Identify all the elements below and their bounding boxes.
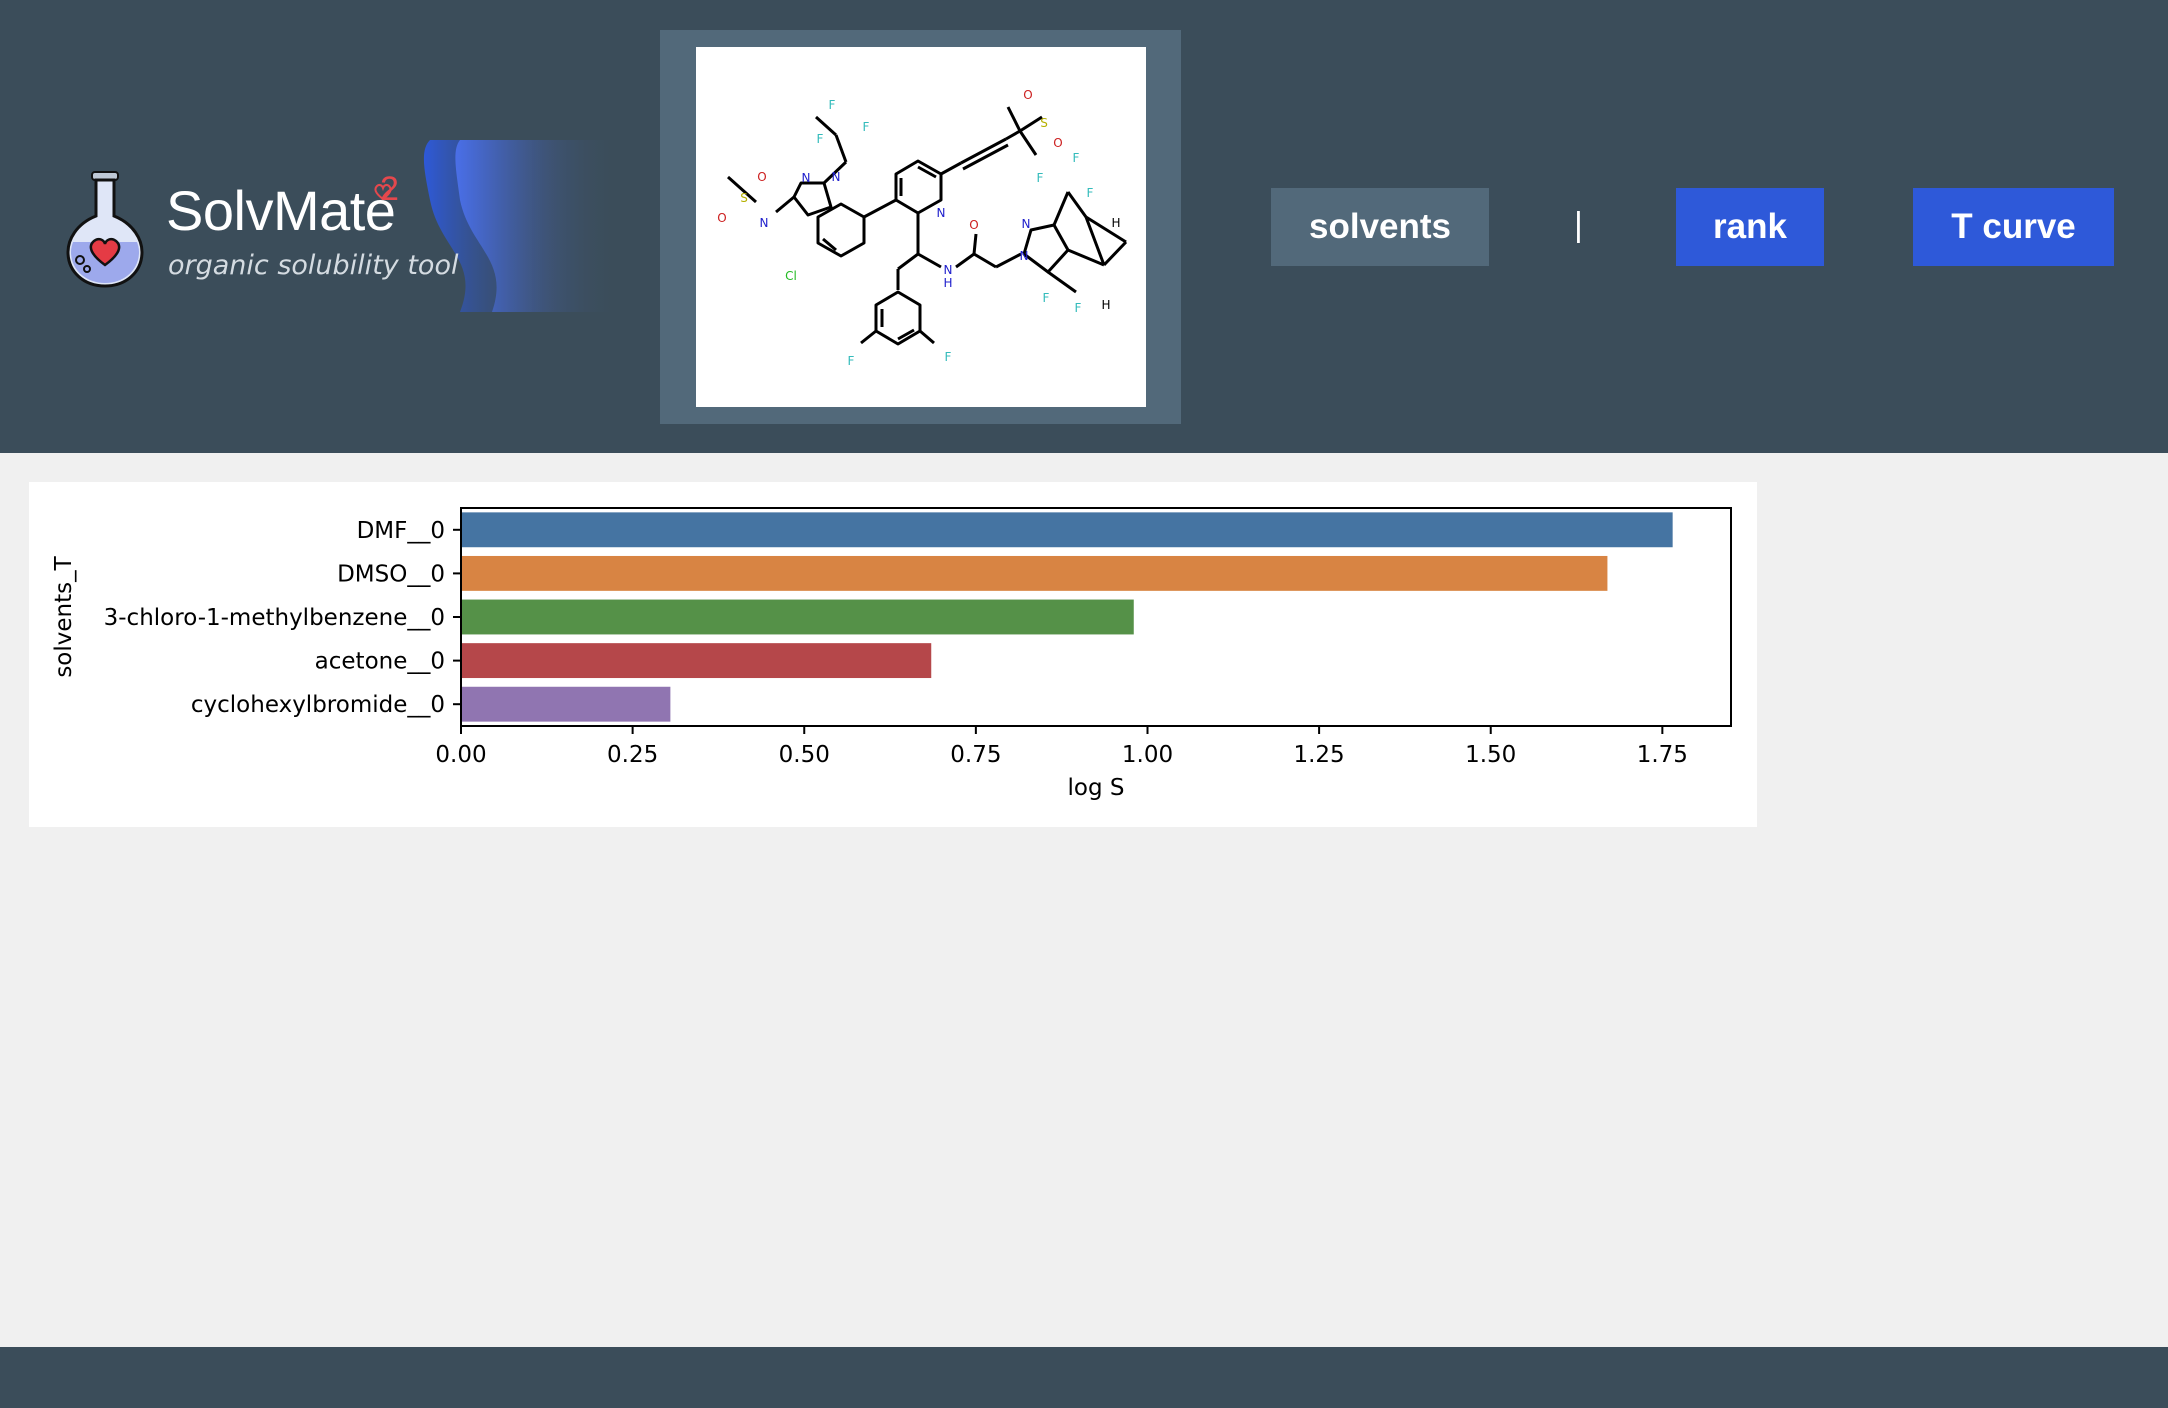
x-tick-label: 1.50 — [1465, 742, 1516, 768]
molecule-drawing: F F F N N N N O O S Cl N H N O N F F F F… — [717, 88, 1128, 368]
nav-separator: | — [1574, 206, 1583, 244]
svg-text:F: F — [1037, 171, 1044, 185]
svg-text:N: N — [832, 170, 841, 184]
app-title: SolvMate — [166, 179, 396, 242]
svg-text:F: F — [1075, 301, 1082, 315]
y-tick-label: DMSO__0 — [337, 561, 445, 587]
flask-heart-icon — [66, 171, 144, 288]
svg-text:H: H — [1101, 298, 1110, 312]
x-tick-label: 1.00 — [1122, 742, 1173, 768]
solvents-button[interactable]: solvents — [1271, 188, 1489, 266]
chart-bars — [461, 512, 1673, 722]
y-tick-labels: DMF__0 DMSO__0 3-chloro-1-methylbenzene__0… — [104, 518, 461, 718]
svg-text:O: O — [1053, 136, 1062, 150]
svg-text:H: H — [943, 276, 952, 290]
bar-0 — [461, 512, 1673, 548]
x-ticks: 0.00 0.25 0.50 0.75 1.00 1.25 1.50 1.75 — [435, 726, 1688, 768]
y-tick-label: DMF__0 — [357, 518, 445, 544]
svg-text:F: F — [945, 350, 952, 364]
bar-2 — [461, 599, 1134, 635]
svg-text:O: O — [1023, 88, 1032, 102]
svg-text:S: S — [1040, 116, 1048, 130]
svg-text:F: F — [817, 132, 824, 146]
svg-text:N: N — [802, 171, 811, 185]
solubility-chart-panel: DMF__0 DMSO__0 3-chloro-1-methylbenzene__0… — [29, 482, 1757, 827]
x-tick-label: 0.25 — [607, 742, 658, 768]
solubility-bar-chart: DMF__0 DMSO__0 3-chloro-1-methylbenzene__0… — [51, 507, 1732, 801]
y-tick-label: cyclohexylbromide__0 — [191, 692, 445, 718]
svg-text:F: F — [848, 354, 855, 368]
y-tick-label: 3-chloro-1-methylbenzene__0 — [104, 605, 445, 631]
svg-text:F: F — [863, 120, 870, 134]
svg-text:N: N — [937, 206, 946, 220]
x-tick-label: 0.50 — [779, 742, 830, 768]
svg-text:Cl: Cl — [785, 269, 797, 283]
svg-text:S: S — [740, 191, 748, 205]
svg-text:N: N — [760, 216, 769, 230]
molecule-panel: F F F N N N N O O S Cl N H N O N F F F F… — [660, 30, 1181, 424]
svg-text:F: F — [1073, 151, 1080, 165]
x-tick-label: 0.00 — [435, 742, 486, 768]
bar-4 — [461, 686, 671, 722]
svg-text:F: F — [1043, 291, 1050, 305]
x-axis-label: log S — [1068, 775, 1125, 801]
svg-text:N: N — [944, 263, 953, 277]
app-header: SolvMate 2 organic solubility tool F F F… — [0, 0, 2168, 453]
y-axis-label: solvents_T — [51, 555, 77, 677]
svg-text:N: N — [1020, 249, 1029, 263]
app-tagline: organic solubility tool — [168, 250, 459, 281]
rank-button[interactable]: rank — [1676, 188, 1824, 266]
wave-decoration — [423, 140, 620, 312]
app-footer — [0, 1347, 2168, 1408]
svg-text:O: O — [757, 170, 766, 184]
x-tick-label: 1.25 — [1293, 742, 1344, 768]
svg-text:O: O — [717, 211, 726, 225]
bar-1 — [461, 555, 1608, 591]
svg-text:F: F — [829, 98, 836, 112]
app-title-superscript: 2 — [380, 170, 399, 208]
t-curve-button[interactable]: T curve — [1913, 188, 2114, 266]
svg-text:F: F — [1087, 186, 1094, 200]
svg-text:O: O — [969, 218, 978, 232]
y-tick-label: acetone__0 — [315, 649, 445, 675]
x-tick-label: 0.75 — [950, 742, 1001, 768]
svg-text:H: H — [1111, 216, 1120, 230]
x-tick-label: 1.75 — [1637, 742, 1688, 768]
bar-3 — [461, 643, 932, 679]
molecule-structure: F F F N N N N O O S Cl N H N O N F F F F… — [696, 47, 1146, 407]
brand-logo: SolvMate 2 organic solubility tool — [60, 140, 620, 320]
svg-text:N: N — [1022, 217, 1031, 231]
